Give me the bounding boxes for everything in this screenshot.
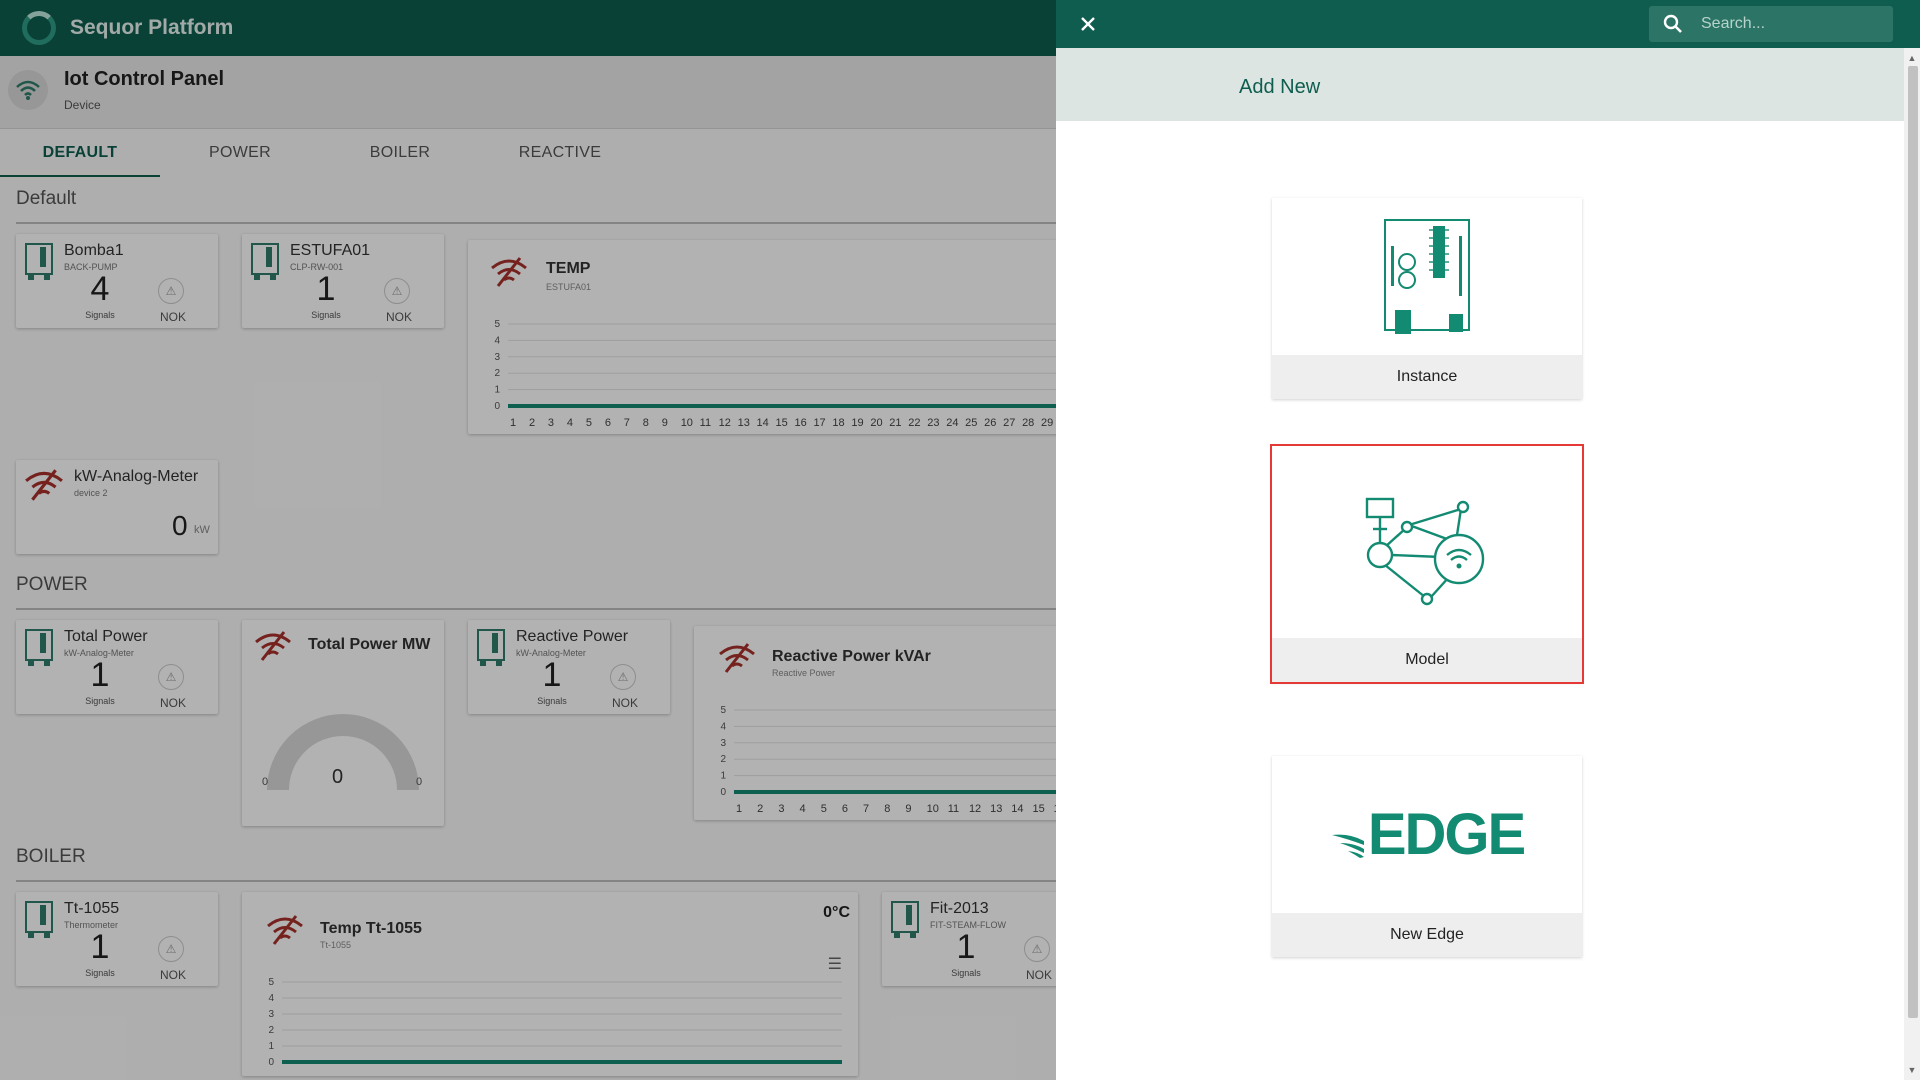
add-new-panel: Add New Instance (1056, 0, 1920, 1080)
edge-wing-icon (1331, 834, 1364, 858)
option-model[interactable]: Model (1270, 444, 1584, 684)
close-icon (1081, 17, 1095, 31)
modal-backdrop[interactable] (0, 0, 1056, 1080)
scrollbar-thumb[interactable] (1908, 66, 1918, 1018)
edge-logo-text: EDGE (1367, 802, 1526, 867)
instance-art (1272, 198, 1582, 355)
search-box[interactable] (1649, 6, 1893, 42)
option-label: Model (1272, 638, 1582, 682)
panel-title: Add New (1239, 76, 1321, 98)
search-icon (1663, 14, 1682, 33)
edge-art: EDGE (1272, 756, 1582, 913)
scroll-down-arrow-icon[interactable]: ▼ (1906, 1064, 1918, 1076)
option-new-edge[interactable]: EDGE New Edge (1272, 756, 1582, 957)
model-art (1272, 476, 1582, 633)
option-label: New Edge (1272, 913, 1582, 957)
search-input[interactable] (1699, 6, 1889, 42)
option-instance[interactable]: Instance (1272, 198, 1582, 399)
network-model-icon (1365, 497, 1485, 605)
option-label: Instance (1272, 355, 1582, 399)
scroll-up-arrow-icon[interactable]: ▲ (1906, 52, 1918, 64)
circuit-board-icon (1384, 218, 1470, 334)
close-button[interactable] (1076, 12, 1100, 36)
panel-topbar (1056, 0, 1920, 48)
panel-header: Add New (1056, 48, 1904, 121)
